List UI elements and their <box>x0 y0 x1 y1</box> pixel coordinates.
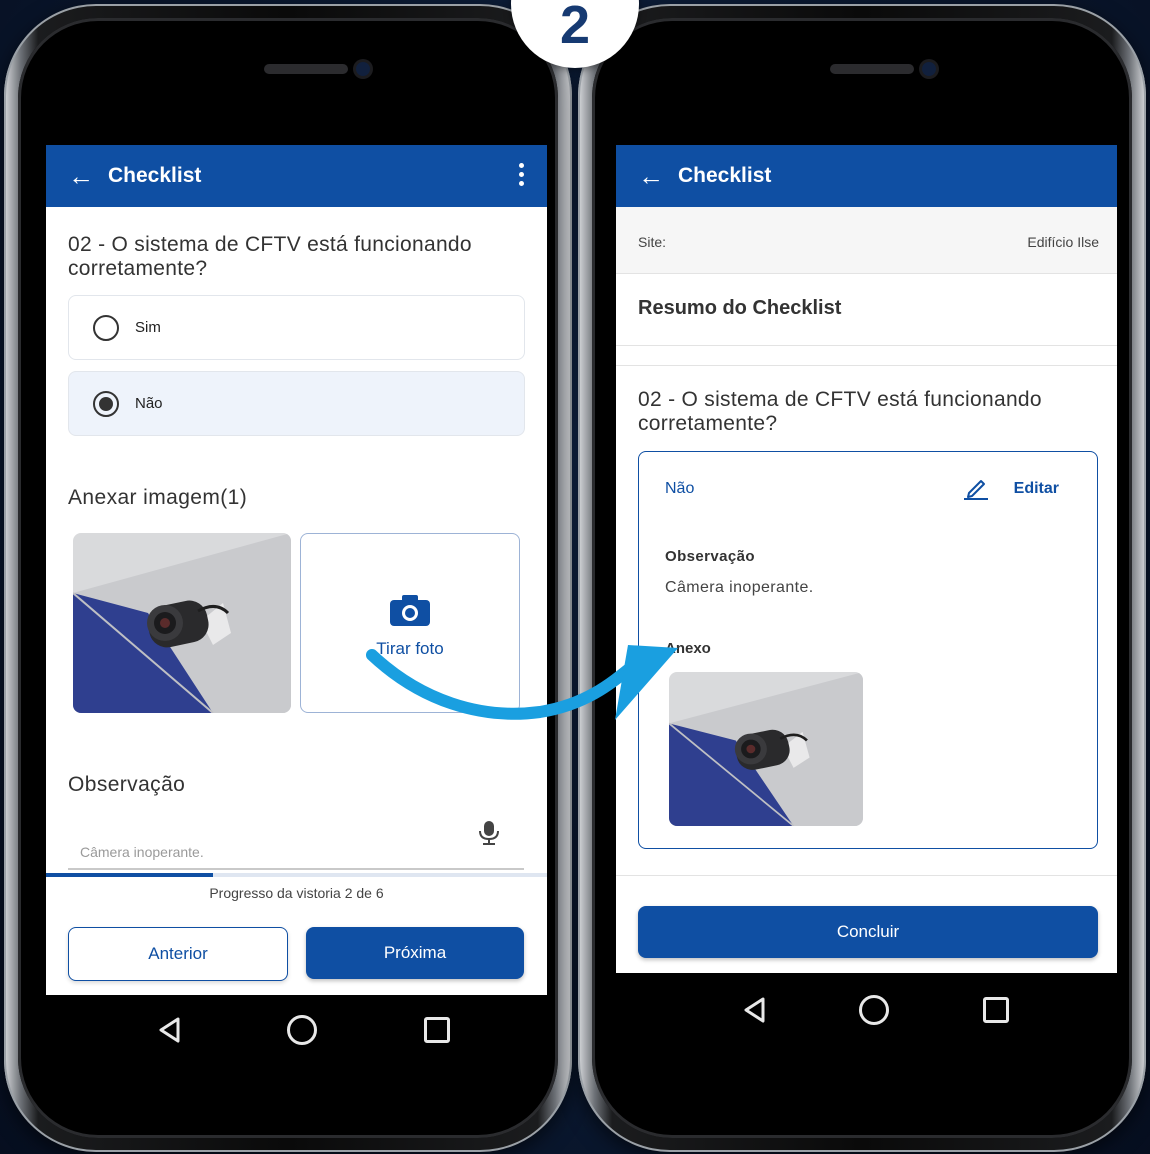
previous-button[interactable]: Anterior <box>68 927 288 981</box>
app-bar: ← Checklist <box>616 145 1117 207</box>
observation-heading: Observação <box>665 548 755 565</box>
app-bar: ← Checklist <box>46 145 547 207</box>
progress-text: Progresso da vistoria 2 de 6 <box>209 885 384 901</box>
divider <box>616 345 1117 346</box>
speaker <box>830 64 914 74</box>
progress-fill <box>46 873 213 877</box>
attachment-heading: Anexo <box>665 640 711 657</box>
divider <box>616 365 1117 366</box>
nav-recents-icon[interactable] <box>424 1017 451 1043</box>
right-phone: ← Checklist Site: Edifício Ilse Resumo d… <box>578 4 1146 1152</box>
camera-icon <box>390 595 430 626</box>
nav-back-icon[interactable] <box>158 1017 180 1043</box>
android-nav-bar <box>696 990 1056 1030</box>
option-sim[interactable]: Sim <box>68 295 525 360</box>
speaker <box>264 64 348 74</box>
right-screen: ← Checklist Site: Edifício Ilse Resumo d… <box>616 145 1117 973</box>
front-camera <box>922 62 936 76</box>
take-photo-button[interactable]: Tirar foto <box>300 533 520 713</box>
answer-value: Não <box>665 480 695 497</box>
next-button[interactable]: Próxima <box>306 927 524 979</box>
site-value: Edifício Ilse <box>1027 234 1099 250</box>
attach-image-heading: Anexar imagem(1) <box>68 486 248 509</box>
site-label: Site: <box>638 234 667 250</box>
nav-recents-icon[interactable] <box>983 997 1009 1023</box>
back-arrow-icon[interactable]: ← <box>638 163 668 189</box>
question-title: 02 - O sistema de CFTV está funcionando … <box>638 388 1042 435</box>
summary-heading: Resumo do Checklist <box>638 297 842 319</box>
more-options-icon[interactable] <box>519 163 525 190</box>
radio-selected-icon[interactable] <box>93 390 119 417</box>
back-arrow-icon[interactable]: ← <box>68 163 98 189</box>
answer-card: Não Editar Observação Câmera inoperante.… <box>638 451 1098 849</box>
observation-value: Câmera inoperante. <box>80 844 204 860</box>
left-phone: ← Checklist 02 - O sistema de CFTV está … <box>4 4 572 1152</box>
edit-button[interactable]: Editar <box>1014 480 1059 498</box>
app-title: Checklist <box>108 164 202 187</box>
nav-back-icon[interactable] <box>743 997 765 1023</box>
android-nav-bar <box>104 1010 504 1050</box>
step-number: 2 <box>559 0 591 55</box>
observation-heading: Observação <box>68 773 186 796</box>
option-nao[interactable]: Não <box>68 371 525 436</box>
progress-bar <box>46 873 547 877</box>
conclude-button[interactable]: Concluir <box>638 906 1098 958</box>
nav-home-icon[interactable] <box>286 1015 317 1045</box>
divider <box>616 875 1117 876</box>
cctv-camera-photo <box>73 533 291 713</box>
cctv-camera-photo <box>669 672 863 826</box>
app-title: Checklist <box>678 164 772 187</box>
observation-input[interactable]: Câmera inoperante. <box>68 818 524 870</box>
site-row: Site: Edifício Ilse <box>616 207 1117 274</box>
pencil-icon[interactable] <box>963 476 989 500</box>
microphone-icon[interactable] <box>478 820 500 846</box>
question-title: 02 - O sistema de CFTV está funcionando … <box>68 233 472 280</box>
option-label: Sim <box>135 319 161 336</box>
attached-photo-thumbnail[interactable] <box>73 533 291 713</box>
attachment-photo[interactable] <box>669 672 863 826</box>
nav-home-icon[interactable] <box>859 995 889 1025</box>
radio-icon[interactable] <box>93 314 119 341</box>
front-camera <box>356 62 370 76</box>
take-photo-label: Tirar foto <box>376 639 444 658</box>
left-screen: ← Checklist 02 - O sistema de CFTV está … <box>46 145 547 995</box>
observation-value: Câmera inoperante. <box>665 579 814 596</box>
option-label: Não <box>135 395 163 412</box>
